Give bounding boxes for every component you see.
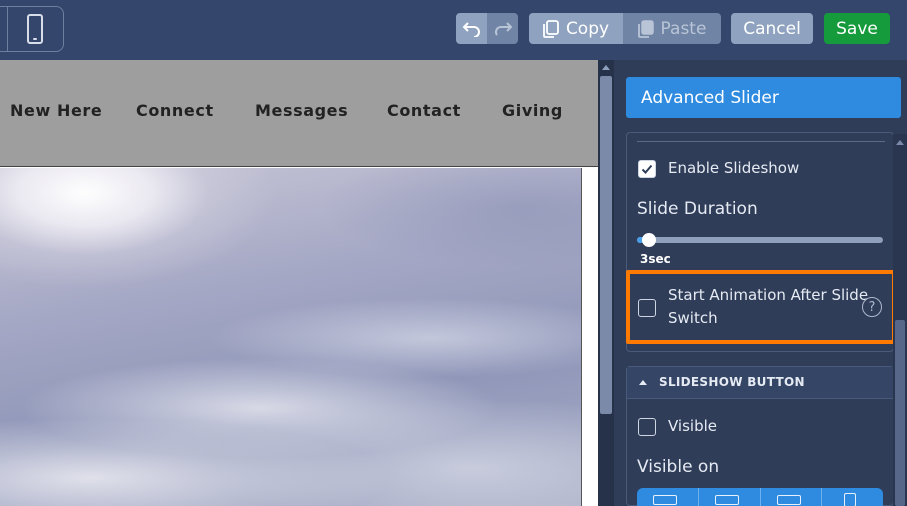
panel-title[interactable]: Advanced Slider: [626, 77, 901, 118]
visible-label: Visible: [668, 417, 717, 435]
paste-button[interactable]: Paste: [623, 13, 721, 44]
slide-duration-value: 3sec: [640, 252, 671, 266]
editor-toolbar: Copy Paste Cancel Save: [0, 0, 907, 60]
copy-label: Copy: [565, 18, 610, 39]
cancel-button[interactable]: Cancel: [731, 13, 813, 44]
panel-scrollbar[interactable]: [893, 134, 907, 506]
card-divider: [637, 141, 885, 142]
desktop-icon: [653, 495, 677, 505]
visible-on-device-toggles: [637, 488, 883, 506]
save-button[interactable]: Save: [824, 13, 890, 44]
help-icon[interactable]: ?: [862, 297, 882, 317]
copy-button[interactable]: Copy: [529, 13, 623, 44]
undo-icon: [462, 21, 480, 37]
nav-item-messages[interactable]: Messages: [255, 101, 348, 120]
nav-item-giving[interactable]: Giving: [502, 101, 563, 120]
copy-paste-group: Copy Paste: [529, 13, 721, 44]
nav-item-new-here[interactable]: New Here: [10, 101, 102, 120]
device-toggle-tablet[interactable]: [761, 488, 823, 506]
redo-icon: [494, 21, 512, 36]
slideshow-button-section: SLIDESHOW BUTTON: [626, 366, 894, 506]
panel-scroll-thumb[interactable]: [895, 320, 905, 506]
mobile-icon: [844, 493, 857, 506]
highlight-box: [626, 270, 896, 344]
settings-panel: Advanced Slider Enable Slideshow Slide D…: [614, 60, 907, 506]
panel-scroll-up-icon[interactable]: [896, 140, 904, 145]
checkmark-icon: [641, 164, 653, 174]
hero-slider-image[interactable]: [0, 168, 581, 506]
undo-redo-group: [456, 13, 518, 44]
device-toggle-desktop[interactable]: [637, 488, 699, 506]
canvas-scroll-thumb[interactable]: [600, 76, 612, 414]
slideshow-button-header[interactable]: SLIDESHOW BUTTON: [627, 367, 893, 399]
slide-duration-label: Slide Duration: [637, 199, 758, 219]
device-switcher: [0, 6, 64, 52]
phone-icon[interactable]: [27, 14, 43, 44]
visible-checkbox[interactable]: [638, 418, 656, 436]
copy-icon: [543, 19, 559, 38]
paste-icon: [637, 19, 654, 38]
hero-edge: [581, 168, 598, 506]
enable-slideshow-label: Enable Slideshow: [668, 159, 800, 177]
page-preview-canvas[interactable]: New Here Connect Messages Contact Giving: [0, 60, 598, 506]
collapse-arrow-icon: [639, 380, 647, 385]
canvas-scrollbar[interactable]: [598, 60, 614, 506]
scroll-up-arrow-icon[interactable]: [602, 65, 610, 70]
start-animation-checkbox[interactable]: [638, 299, 656, 317]
device-toggle-mobile[interactable]: [822, 488, 883, 506]
section-title: SLIDESHOW BUTTON: [659, 375, 805, 389]
device-toggle-laptop[interactable]: [699, 488, 761, 506]
laptop-icon: [714, 495, 739, 505]
slider-thumb[interactable]: [642, 233, 656, 247]
undo-button[interactable]: [456, 13, 487, 44]
tablet-icon: [776, 495, 801, 505]
visible-on-label: Visible on: [637, 457, 720, 477]
site-navigation: New Here Connect Messages Contact Giving: [0, 60, 598, 167]
redo-button[interactable]: [487, 13, 518, 44]
start-animation-label-line2: Switch: [668, 309, 718, 327]
nav-item-contact[interactable]: Contact: [387, 101, 461, 120]
nav-item-connect[interactable]: Connect: [136, 101, 214, 120]
enable-slideshow-checkbox[interactable]: [638, 160, 656, 178]
device-divider: [7, 7, 8, 51]
paste-label: Paste: [660, 18, 707, 39]
slide-duration-slider[interactable]: [637, 233, 883, 247]
start-animation-label-line1: Start Animation After Slide: [668, 286, 869, 304]
